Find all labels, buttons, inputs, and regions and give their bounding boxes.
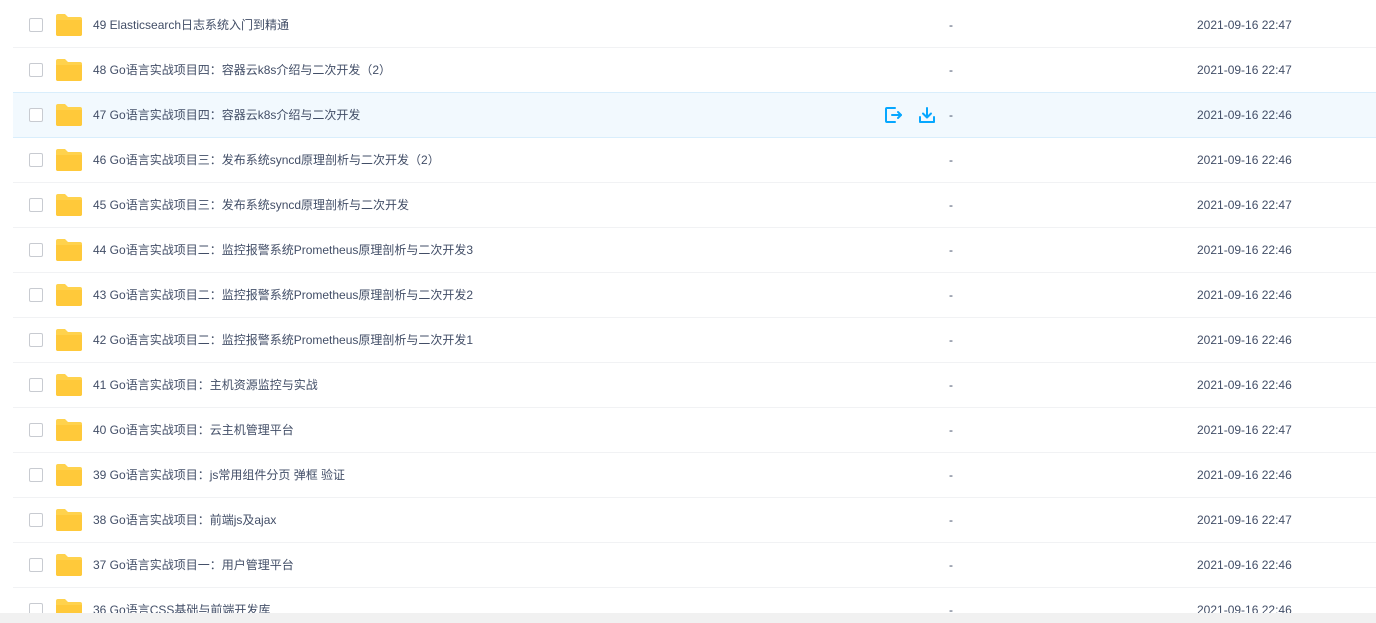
file-row[interactable]: 38 Go语言实战项目：前端js及ajax - 2021-09-16 22:47 <box>13 498 1376 543</box>
file-row[interactable]: 41 Go语言实战项目：主机资源监控与实战 - 2021-09-16 22:46 <box>13 363 1376 408</box>
file-size: - <box>949 333 953 347</box>
file-size: - <box>949 108 953 122</box>
folder-icon <box>55 463 83 487</box>
file-modified-date: 2021-09-16 22:46 <box>1197 288 1292 302</box>
folder-icon <box>55 58 83 82</box>
row-checkbox[interactable] <box>29 198 43 212</box>
file-name[interactable]: 36 Go语言CSS基础与前端开发库 <box>93 588 270 613</box>
row-checkbox[interactable] <box>29 63 43 77</box>
file-modified-date: 2021-09-16 22:47 <box>1197 63 1292 77</box>
row-checkbox[interactable] <box>29 18 43 32</box>
file-name[interactable]: 48 Go语言实战项目四：容器云k8s介绍与二次开发（2） <box>93 48 391 92</box>
file-modified-date: 2021-09-16 22:46 <box>1197 333 1292 347</box>
file-modified-date: 2021-09-16 22:46 <box>1197 603 1292 613</box>
folder-icon <box>55 103 83 127</box>
file-row[interactable]: 37 Go语言实战项目一：用户管理平台 - 2021-09-16 22:46 <box>13 543 1376 588</box>
file-modified-date: 2021-09-16 22:47 <box>1197 18 1292 32</box>
share-export-icon[interactable] <box>883 105 903 125</box>
file-name[interactable]: 47 Go语言实战项目四：容器云k8s介绍与二次开发 <box>93 93 360 137</box>
file-size: - <box>949 513 953 527</box>
row-actions <box>883 105 937 125</box>
file-size: - <box>949 558 953 572</box>
file-name[interactable]: 37 Go语言实战项目一：用户管理平台 <box>93 543 294 587</box>
file-size: - <box>949 18 953 32</box>
folder-icon <box>55 13 83 37</box>
folder-icon <box>55 418 83 442</box>
row-checkbox[interactable] <box>29 558 43 572</box>
file-modified-date: 2021-09-16 22:46 <box>1197 558 1292 572</box>
file-size: - <box>949 288 953 302</box>
row-checkbox[interactable] <box>29 243 43 257</box>
file-name[interactable]: 39 Go语言实战项目：js常用组件分页 弹框 验证 <box>93 453 345 497</box>
folder-icon <box>55 238 83 262</box>
file-name[interactable]: 46 Go语言实战项目三：发布系统syncd原理剖析与二次开发（2） <box>93 138 440 182</box>
file-size: - <box>949 423 953 437</box>
folder-icon <box>55 328 83 352</box>
file-row[interactable]: 44 Go语言实战项目二：监控报警系统Prometheus原理剖析与二次开发3 -… <box>13 228 1376 273</box>
row-checkbox[interactable] <box>29 603 43 613</box>
file-name[interactable]: 41 Go语言实战项目：主机资源监控与实战 <box>93 363 318 407</box>
file-modified-date: 2021-09-16 22:46 <box>1197 243 1292 257</box>
row-checkbox[interactable] <box>29 378 43 392</box>
file-row[interactable]: 43 Go语言实战项目二：监控报警系统Prometheus原理剖析与二次开发2 -… <box>13 273 1376 318</box>
file-modified-date: 2021-09-16 22:46 <box>1197 153 1292 167</box>
file-modified-date: 2021-09-16 22:47 <box>1197 423 1292 437</box>
file-row[interactable]: 48 Go语言实战项目四：容器云k8s介绍与二次开发（2） - 2021-09-16… <box>13 48 1376 93</box>
file-name[interactable]: 44 Go语言实战项目二：监控报警系统Prometheus原理剖析与二次开发3 <box>93 228 473 272</box>
folder-icon <box>55 553 83 577</box>
file-size: - <box>949 63 953 77</box>
file-row[interactable]: 46 Go语言实战项目三：发布系统syncd原理剖析与二次开发（2） - 2021-… <box>13 138 1376 183</box>
horizontal-scrollbar[interactable] <box>0 613 1376 623</box>
file-size: - <box>949 468 953 482</box>
file-row[interactable]: 36 Go语言CSS基础与前端开发库 - 2021-09-16 22:46 <box>13 588 1376 613</box>
file-name[interactable]: 42 Go语言实战项目二：监控报警系统Prometheus原理剖析与二次开发1 <box>93 318 473 362</box>
file-size: - <box>949 198 953 212</box>
file-modified-date: 2021-09-16 22:46 <box>1197 108 1292 122</box>
row-checkbox[interactable] <box>29 513 43 527</box>
folder-icon <box>55 598 83 613</box>
file-list: 49 Elasticsearch日志系统入门到精通 - 2021-09-16 22:… <box>13 3 1376 613</box>
file-name[interactable]: 43 Go语言实战项目二：监控报警系统Prometheus原理剖析与二次开发2 <box>93 273 473 317</box>
row-checkbox[interactable] <box>29 288 43 302</box>
row-checkbox[interactable] <box>29 468 43 482</box>
file-row[interactable]: 39 Go语言实战项目：js常用组件分页 弹框 验证 - 2021-09-16 22… <box>13 453 1376 498</box>
folder-icon <box>55 148 83 172</box>
row-checkbox[interactable] <box>29 333 43 347</box>
file-modified-date: 2021-09-16 22:46 <box>1197 378 1292 392</box>
file-name[interactable]: 38 Go语言实战项目：前端js及ajax <box>93 498 276 542</box>
folder-icon <box>55 373 83 397</box>
file-size: - <box>949 243 953 257</box>
file-row[interactable]: 42 Go语言实战项目二：监控报警系统Prometheus原理剖析与二次开发1 -… <box>13 318 1376 363</box>
file-row[interactable]: 47 Go语言实战项目四：容器云k8s介绍与二次开发 - 2021-09-16 22… <box>13 92 1376 138</box>
file-name[interactable]: 45 Go语言实战项目三：发布系统syncd原理剖析与二次开发 <box>93 183 409 227</box>
file-size: - <box>949 378 953 392</box>
download-icon[interactable] <box>917 105 937 125</box>
file-size: - <box>949 603 953 613</box>
file-modified-date: 2021-09-16 22:47 <box>1197 198 1292 212</box>
file-row[interactable]: 45 Go语言实战项目三：发布系统syncd原理剖析与二次开发 - 2021-09-… <box>13 183 1376 228</box>
row-checkbox[interactable] <box>29 153 43 167</box>
file-modified-date: 2021-09-16 22:46 <box>1197 468 1292 482</box>
file-name[interactable]: 40 Go语言实战项目：云主机管理平台 <box>93 408 294 452</box>
folder-icon <box>55 193 83 217</box>
file-name[interactable]: 49 Elasticsearch日志系统入门到精通 <box>93 3 289 47</box>
row-checkbox[interactable] <box>29 423 43 437</box>
file-row[interactable]: 40 Go语言实战项目：云主机管理平台 - 2021-09-16 22:47 <box>13 408 1376 453</box>
file-modified-date: 2021-09-16 22:47 <box>1197 513 1292 527</box>
file-size: - <box>949 153 953 167</box>
folder-icon <box>55 508 83 532</box>
file-row[interactable]: 49 Elasticsearch日志系统入门到精通 - 2021-09-16 22:… <box>13 3 1376 48</box>
row-checkbox[interactable] <box>29 108 43 122</box>
folder-icon <box>55 283 83 307</box>
